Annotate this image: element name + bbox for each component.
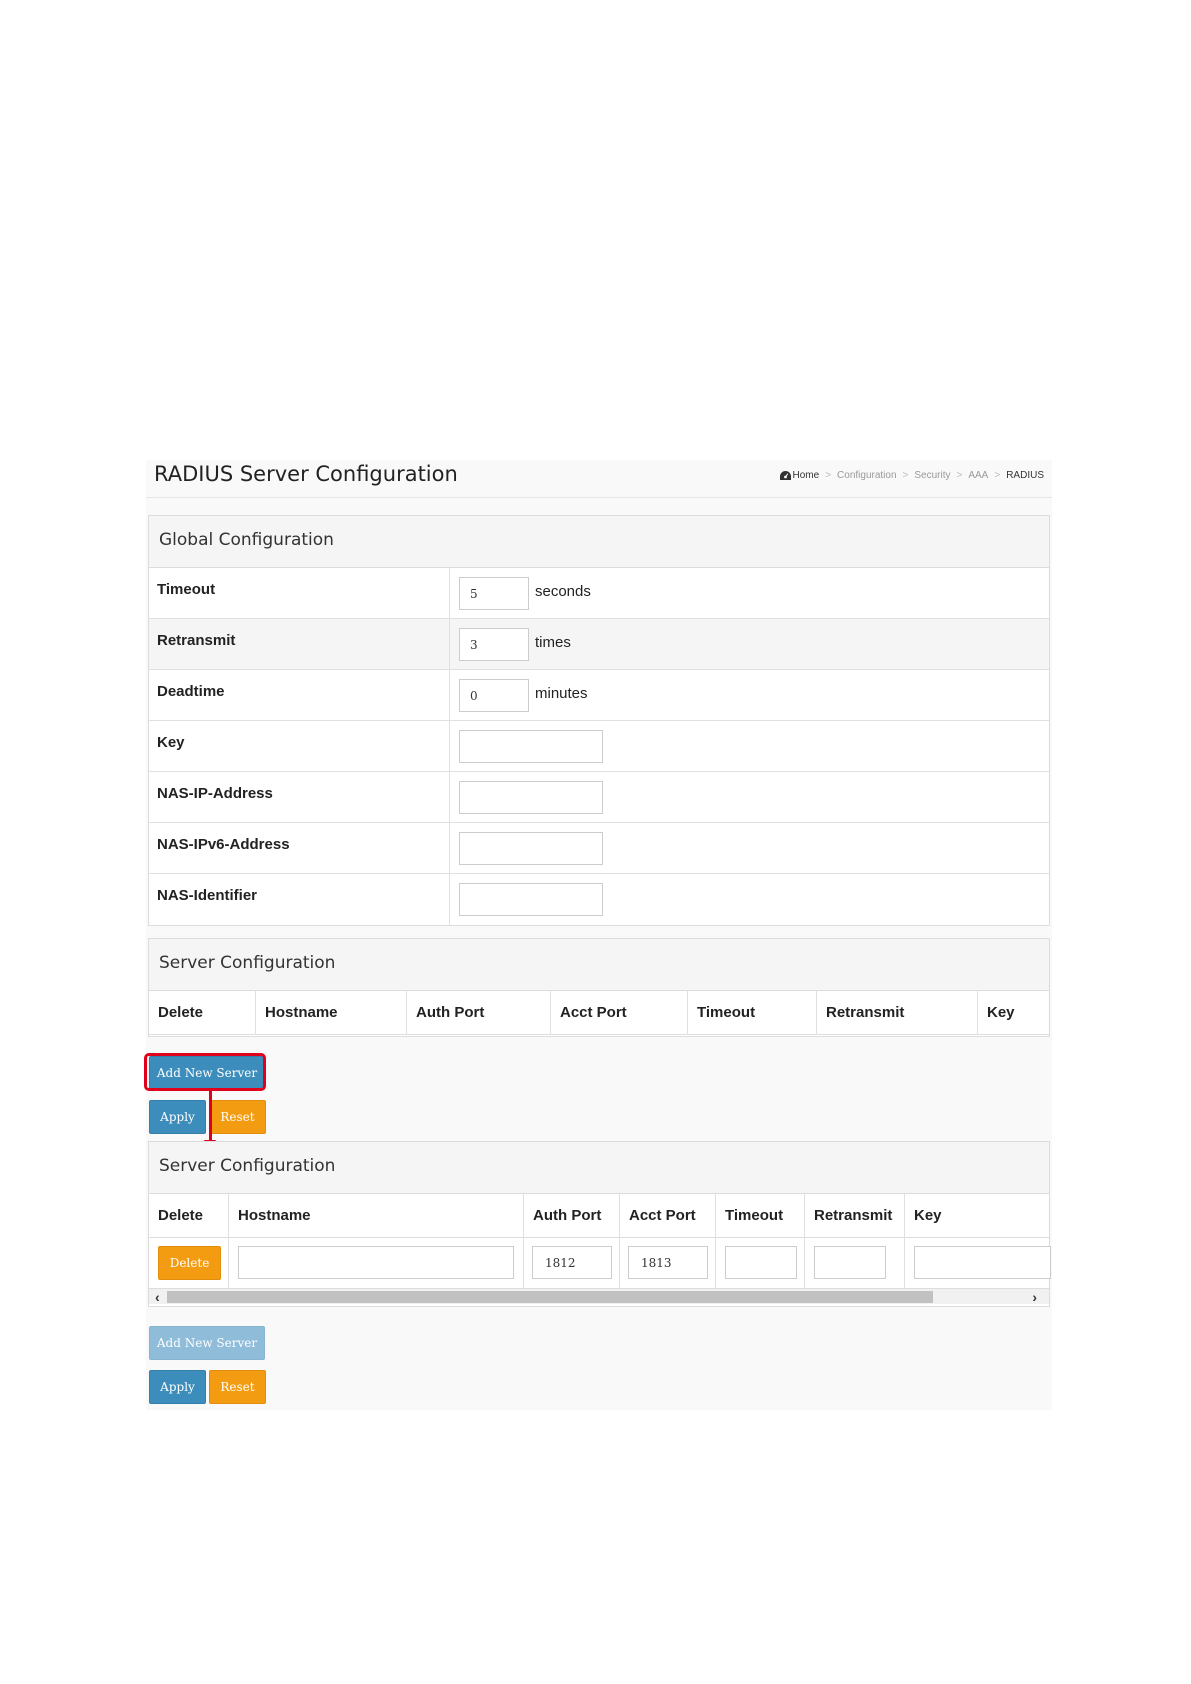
add-new-server-button-disabled[interactable]: Add New Server — [149, 1326, 265, 1360]
annotation-highlight — [144, 1053, 266, 1091]
server-timeout-input[interactable] — [725, 1246, 797, 1279]
key-row: Key — [149, 721, 1049, 772]
scrollbar-thumb[interactable] — [167, 1291, 933, 1303]
key-input[interactable] — [459, 730, 603, 763]
breadcrumb-home[interactable]: Home — [779, 470, 819, 481]
col-delete: Delete — [149, 1194, 229, 1238]
deadtime-input[interactable] — [459, 679, 529, 712]
server-config-panel-before: Server Configuration Delete Hostname Aut… — [148, 938, 1050, 1037]
chevron-right-icon: > — [994, 470, 1001, 481]
page-title: RADIUS Server Configuration — [154, 462, 458, 486]
col-key: Key — [987, 1004, 1015, 1021]
col-timeout: Timeout — [716, 1194, 805, 1238]
scroll-right-icon[interactable]: › — [1032, 1289, 1037, 1305]
delete-button[interactable]: Delete — [158, 1246, 221, 1280]
radius-config-screen: RADIUS Server Configuration Home > Confi… — [144, 460, 1052, 1410]
server-row: Delete — [149, 1238, 1051, 1288]
server-config-panel-after: Server Configuration Delete Hostname Aut… — [148, 1141, 1051, 1307]
retransmit-input[interactable] — [459, 628, 529, 661]
global-config-header: Global Configuration — [149, 516, 1049, 568]
col-retransmit: Retransmit — [817, 991, 978, 1035]
reset-button[interactable]: Reset — [209, 1100, 266, 1134]
server-config-header: Server Configuration — [149, 939, 1049, 991]
col-acct-port: Acct Port — [620, 1194, 716, 1238]
col-hostname: Hostname — [229, 1194, 524, 1238]
col-hostname: Hostname — [256, 991, 407, 1035]
title-bar: RADIUS Server Configuration Home > Confi… — [146, 460, 1052, 498]
breadcrumb-security[interactable]: Security — [914, 470, 950, 481]
col-retransmit: Retransmit — [805, 1194, 905, 1238]
deadtime-row: Deadtime minutes — [149, 670, 1049, 721]
col-auth-port: Auth Port — [407, 991, 551, 1035]
nas-ip-input[interactable] — [459, 781, 603, 814]
breadcrumb-radius: RADIUS — [1006, 470, 1044, 481]
col-delete: Delete — [149, 991, 256, 1035]
server-table-header: Delete Hostname Auth Port Acct Port Time… — [149, 1194, 1049, 1238]
breadcrumb-aaa[interactable]: AAA — [968, 470, 988, 481]
chevron-right-icon: > — [825, 470, 832, 481]
col-auth-port: Auth Port — [524, 1194, 620, 1238]
retransmit-row: Retransmit times — [149, 619, 1049, 670]
nas-ip-row: NAS-IP-Address — [149, 772, 1049, 823]
timeout-input[interactable] — [459, 577, 529, 610]
nas-ipv6-row: NAS-IPv6-Address — [149, 823, 1049, 874]
scroll-left-icon[interactable]: ‹ — [155, 1289, 160, 1305]
nas-identifier-input[interactable] — [459, 883, 603, 916]
nas-ipv6-input[interactable] — [459, 832, 603, 865]
hostname-input[interactable] — [238, 1246, 514, 1279]
server-retransmit-input[interactable] — [814, 1246, 886, 1279]
col-timeout: Timeout — [688, 991, 817, 1035]
dashboard-icon — [779, 471, 791, 480]
reset-button[interactable]: Reset — [209, 1370, 266, 1404]
horizontal-scrollbar[interactable]: ‹ › — [149, 1288, 1049, 1305]
acct-port-input[interactable] — [628, 1246, 708, 1279]
annotation-arrow — [209, 1091, 212, 1143]
chevron-right-icon: > — [902, 470, 909, 481]
nas-identifier-row: NAS-Identifier — [149, 874, 1049, 925]
col-acct-port: Acct Port — [551, 991, 688, 1035]
col-key: Key — [914, 1207, 942, 1224]
timeout-row: Timeout seconds — [149, 568, 1049, 619]
apply-button[interactable]: Apply — [149, 1370, 206, 1404]
server-key-input[interactable] — [914, 1246, 1051, 1279]
global-config-panel: Global Configuration Timeout seconds Ret… — [148, 515, 1050, 926]
server-config-header: Server Configuration — [149, 1142, 1049, 1194]
chevron-right-icon: > — [956, 470, 963, 481]
auth-port-input[interactable] — [532, 1246, 612, 1279]
apply-button[interactable]: Apply — [149, 1100, 206, 1134]
breadcrumb-configuration[interactable]: Configuration — [837, 470, 896, 481]
breadcrumb: Home > Configuration > Security > AAA > … — [779, 470, 1044, 481]
server-table-header: Delete Hostname Auth Port Acct Port Time… — [149, 991, 1049, 1035]
